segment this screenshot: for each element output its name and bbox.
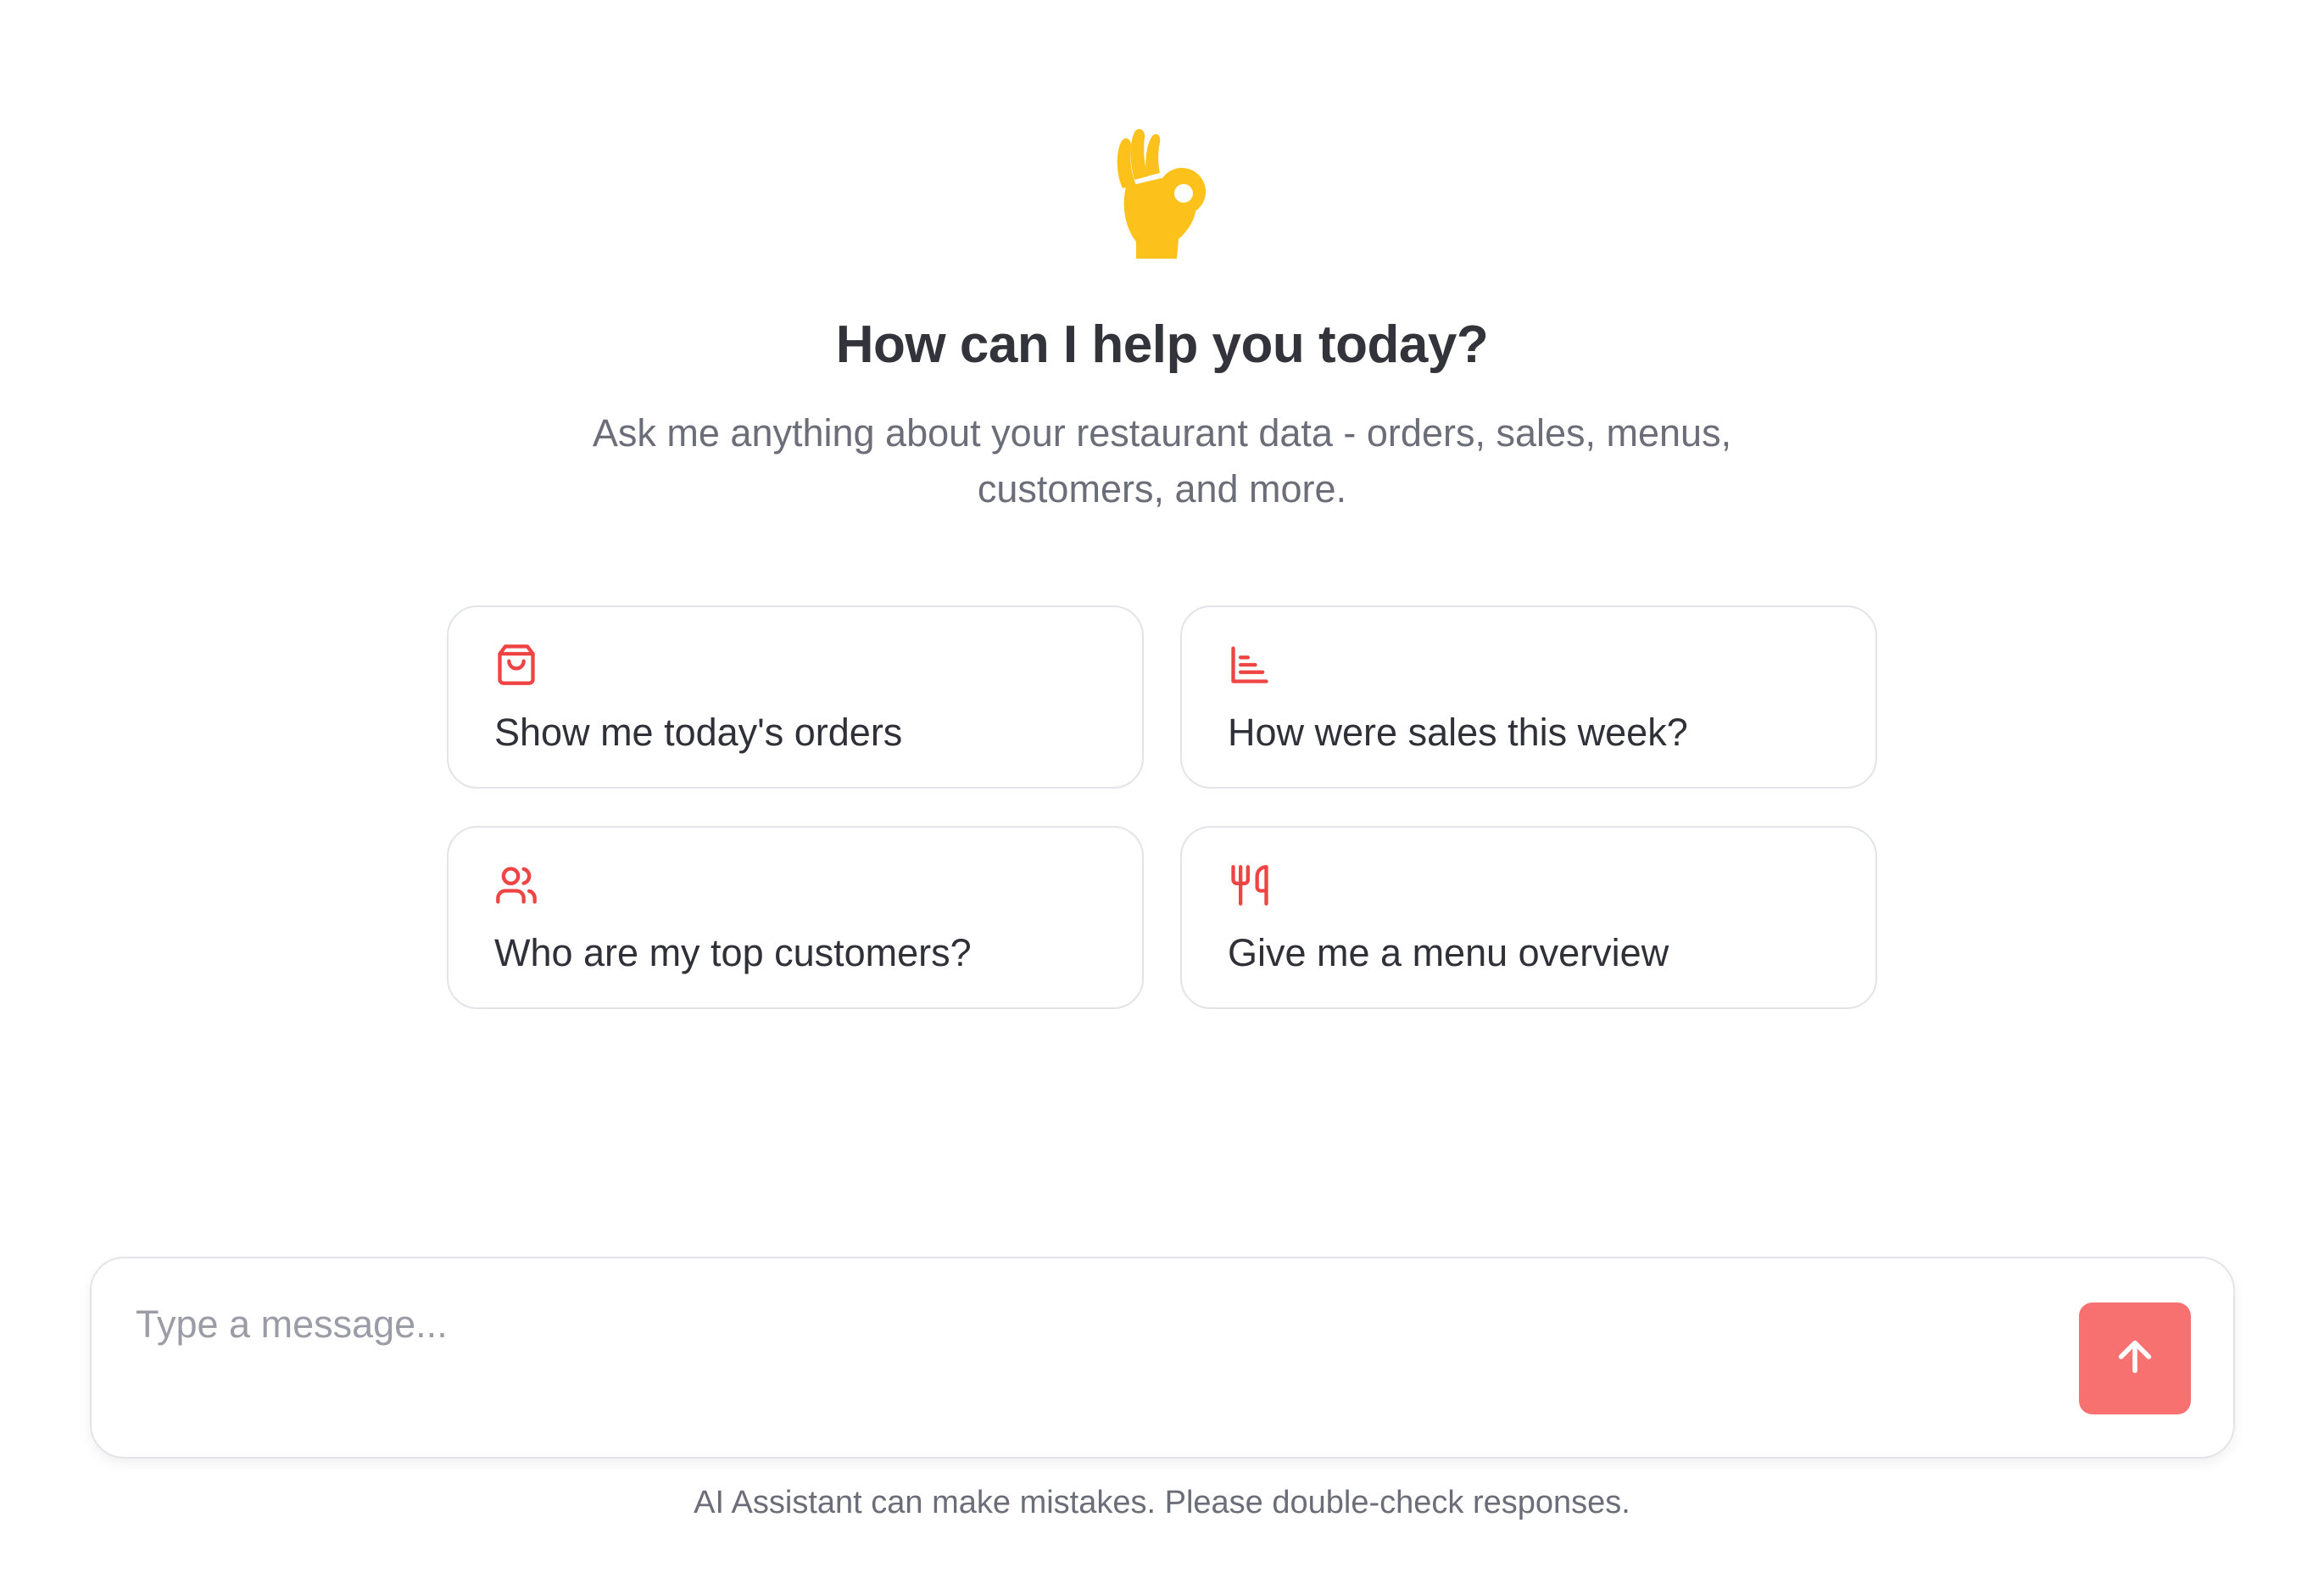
page-title: How can I help you today? [835,315,1489,374]
suggestion-card-orders[interactable]: Show me today's orders [447,605,1144,789]
send-button[interactable] [2079,1302,2191,1414]
suggestion-card-menu[interactable]: Give me a menu overview [1180,826,1877,1009]
disclaimer-text: AI Assistant can make mistakes. Please d… [694,1485,1630,1520]
shopping-bag-icon [494,643,538,687]
assistant-welcome-screen: How can I help you today? Ask me anythin… [0,0,2324,1573]
suggestion-card-customers[interactable]: Who are my top customers? [447,826,1144,1009]
suggestion-label: How were sales this week? [1228,711,1688,754]
arrow-up-icon [2111,1333,2159,1385]
suggestion-card-sales[interactable]: How were sales this week? [1180,605,1877,789]
bar-chart-icon [1228,643,1272,687]
message-input[interactable] [136,1291,2001,1358]
page-subtitle: Ask me anything about your restaurant da… [592,411,1732,510]
ok-hand-icon [1111,127,1212,259]
suggestion-label: Show me today's orders [494,711,903,754]
suggestion-label: Give me a menu overview [1228,931,1669,974]
message-composer [90,1257,2235,1459]
suggestion-label: Who are my top customers? [494,931,972,974]
users-icon [494,863,538,907]
utensils-icon [1228,863,1272,907]
